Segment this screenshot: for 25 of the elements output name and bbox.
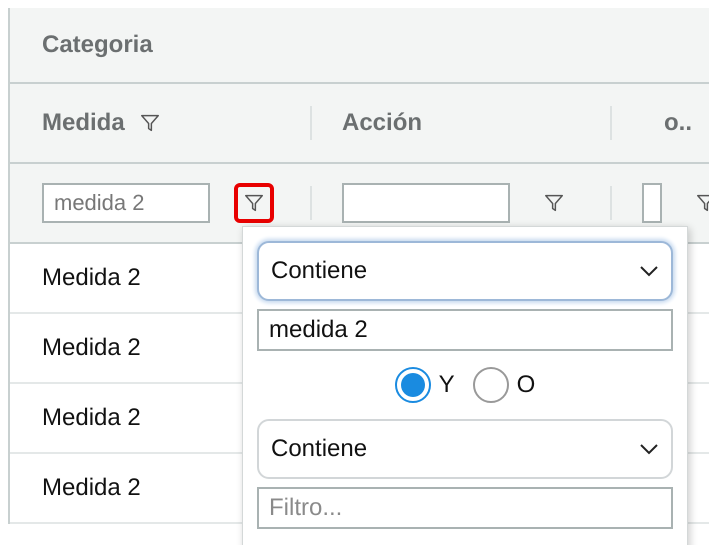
table-cell: Medida 2 xyxy=(42,334,141,362)
chevron-down-icon xyxy=(639,443,659,455)
group-header-label: Categoria xyxy=(42,31,153,59)
filter-input[interactable] xyxy=(342,183,510,223)
filter-icon xyxy=(243,192,265,214)
radio-icon[interactable] xyxy=(394,367,431,403)
logic-radio[interactable]: O xyxy=(472,367,536,403)
table-cell: Medida 2 xyxy=(42,404,141,432)
operator-dropdown[interactable]: Contiene xyxy=(257,241,673,301)
filter-button[interactable] xyxy=(234,183,274,223)
operator-dropdown[interactable]: Contiene xyxy=(257,419,673,479)
filter-value-field[interactable]: medida 2 xyxy=(257,309,673,351)
filter-icon xyxy=(543,192,565,214)
column-header[interactable]: o.. xyxy=(664,109,692,137)
filter-icon xyxy=(138,112,161,134)
table-cell: Medida 2 xyxy=(42,474,141,502)
filter-input[interactable]: medida 2 xyxy=(42,183,210,223)
table-cell: Medida 2 xyxy=(42,264,141,292)
filter-input[interactable] xyxy=(642,183,662,223)
chevron-down-icon xyxy=(639,265,659,277)
column-header[interactable]: Medida xyxy=(42,109,161,137)
logic-radio[interactable]: Y xyxy=(394,367,455,403)
column-header[interactable]: Acción xyxy=(342,109,422,137)
filter-value-field[interactable]: Filtro... xyxy=(257,487,673,529)
radio-icon[interactable] xyxy=(472,367,509,403)
